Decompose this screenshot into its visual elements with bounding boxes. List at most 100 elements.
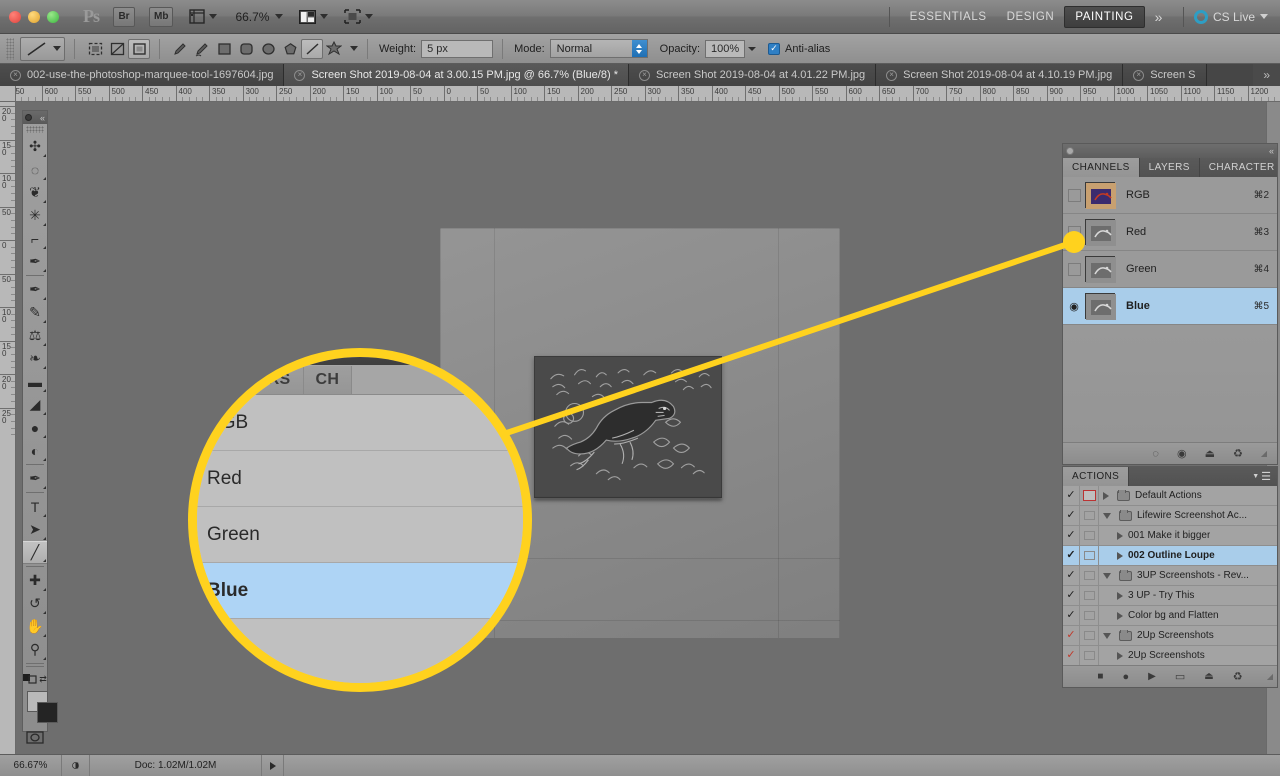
line-tool[interactable]: ╱: [23, 541, 47, 564]
status-proxy-icon[interactable]: [62, 755, 90, 776]
action-toggle-checkbox[interactable]: ✓: [1063, 506, 1080, 525]
eye-hidden-icon[interactable]: [1063, 262, 1085, 276]
workspace-design[interactable]: DESIGN: [997, 7, 1065, 27]
channel-row[interactable]: RGB ⌘2: [1063, 177, 1277, 214]
tools-panel-header[interactable]: «: [23, 111, 47, 124]
action-row[interactable]: ✓ 2Up Screenshots: [1063, 626, 1277, 646]
save-selection-as-channel-icon[interactable]: ◉: [1177, 447, 1187, 460]
workspace-painting[interactable]: PAINTING: [1064, 5, 1145, 28]
window-controls[interactable]: [0, 10, 59, 23]
3d-object-rotate-tool[interactable]: ✚: [23, 569, 47, 592]
action-toggle-checkbox[interactable]: ✓: [1063, 606, 1080, 625]
custom-shape-icon[interactable]: [323, 39, 345, 59]
zoom-tool[interactable]: ⚲: [23, 638, 47, 661]
stop-icon[interactable]: ■: [1097, 671, 1103, 682]
action-toggle-checkbox[interactable]: ✓: [1063, 566, 1080, 585]
play-icon[interactable]: ▶: [1148, 671, 1156, 682]
action-dialog-toggle[interactable]: [1080, 646, 1099, 665]
tools-panel-collapse-dot[interactable]: [25, 114, 32, 121]
action-toggle-checkbox[interactable]: ✓: [1063, 526, 1080, 545]
action-toggle-checkbox[interactable]: ✓: [1063, 626, 1080, 645]
crop-tool[interactable]: ⌐: [23, 227, 47, 250]
eye-visible-icon[interactable]: ◉: [1063, 300, 1085, 313]
channel-row[interactable]: Red ⌘3: [1063, 214, 1277, 251]
chevron-down-icon[interactable]: [1103, 632, 1111, 639]
visibility-checkbox[interactable]: [1067, 225, 1081, 239]
move-tool[interactable]: ✣: [23, 135, 47, 158]
pen-tool[interactable]: ✒: [23, 467, 47, 490]
action-dialog-toggle[interactable]: [1080, 486, 1099, 505]
vertical-ruler[interactable]: 200 150 100 50 0 50 100 150 200 250: [0, 102, 16, 754]
anti-alias-checkbox[interactable]: ✓: [768, 42, 781, 55]
channel-row[interactable]: Green ⌘4: [1063, 251, 1277, 288]
shape-options-chevron-down-icon[interactable]: [350, 46, 358, 51]
delete-channel-icon[interactable]: ♻: [1233, 447, 1243, 460]
tab-actions[interactable]: ACTIONS: [1063, 467, 1130, 486]
chevron-right-icon[interactable]: [1117, 551, 1123, 560]
options-bar-grip[interactable]: [6, 37, 14, 60]
type-tool[interactable]: T: [23, 495, 47, 518]
tool-preset-picker[interactable]: [20, 36, 65, 61]
pen-icon[interactable]: [169, 39, 191, 59]
launch-bridge-button[interactable]: Br: [113, 6, 135, 27]
paint-bucket-tool[interactable]: ◢: [23, 393, 47, 416]
channel-row[interactable]: ◉ Blue ⌘5: [1063, 288, 1277, 325]
action-dialog-toggle[interactable]: [1080, 586, 1099, 605]
history-brush-tool[interactable]: ❧: [23, 347, 47, 370]
action-row[interactable]: ✓ Color bg and Flatten: [1063, 606, 1277, 626]
rectangle-icon[interactable]: [213, 39, 235, 59]
close-window-button[interactable]: [9, 10, 21, 23]
chevron-down-icon[interactable]: [1103, 572, 1111, 579]
close-icon[interactable]: ×: [294, 69, 306, 81]
close-icon[interactable]: ×: [886, 69, 898, 81]
resize-grip-icon[interactable]: ◢: [1267, 672, 1273, 681]
channels-panel-titlebar[interactable]: «: [1063, 144, 1277, 158]
quick-mask-row[interactable]: ⇄: [23, 669, 47, 689]
magic-wand-tool[interactable]: ✳: [23, 204, 47, 227]
new-action-icon[interactable]: ⏏: [1204, 671, 1213, 682]
polygon-icon[interactable]: [279, 39, 301, 59]
background-color-swatch[interactable]: [37, 702, 58, 723]
action-dialog-toggle[interactable]: [1080, 606, 1099, 625]
action-row[interactable]: ✓ 3 UP - Try This: [1063, 586, 1277, 606]
dodge-tool[interactable]: ◐: [23, 439, 47, 462]
marquee-tool[interactable]: ◌: [23, 158, 47, 181]
action-row[interactable]: ✓ 2Up Screenshots: [1063, 646, 1277, 666]
shape-layers-icon[interactable]: [84, 39, 106, 59]
collapse-panel-icon[interactable]: «: [1269, 146, 1274, 156]
close-icon[interactable]: ×: [638, 69, 650, 81]
delete-icon[interactable]: ♻: [1233, 670, 1243, 683]
visibility-checkbox[interactable]: [1067, 188, 1081, 202]
action-dialog-toggle[interactable]: [1080, 626, 1099, 645]
status-zoom[interactable]: 66.67%: [0, 755, 62, 776]
eye-hidden-icon[interactable]: [1063, 225, 1085, 239]
action-toggle-checkbox[interactable]: ✓: [1063, 546, 1080, 565]
chevron-right-icon[interactable]: [1117, 651, 1123, 660]
zoom-level-display[interactable]: 66.7%: [235, 10, 269, 24]
eye-hidden-icon[interactable]: [1063, 188, 1085, 202]
workspace-more-button[interactable]: »: [1145, 5, 1173, 29]
close-icon[interactable]: ×: [1133, 69, 1145, 81]
ruler-origin-corner[interactable]: [0, 86, 16, 102]
brush-tool[interactable]: ✎: [23, 301, 47, 324]
status-expand-button[interactable]: [262, 755, 284, 776]
lasso-tool[interactable]: ❦: [23, 181, 47, 204]
hand-tool[interactable]: ✋: [23, 615, 47, 638]
record-icon[interactable]: ●: [1122, 671, 1129, 683]
swap-colors-icon[interactable]: ⇄: [39, 674, 47, 685]
view-extras-menu[interactable]: [189, 9, 218, 24]
actions-panel-menu-button[interactable]: ▼ ☰: [1246, 467, 1277, 486]
new-set-icon[interactable]: ▭: [1175, 670, 1185, 683]
horizontal-ruler[interactable]: 650 600 550 500 450 400 350 300 250 200 150 100 50 0 5…: [0, 86, 1280, 102]
tools-panel-grip[interactable]: [26, 126, 44, 133]
action-row[interactable]: ✓ Lifewire Screenshot Ac...: [1063, 506, 1277, 526]
path-selection-tool[interactable]: ➤: [23, 518, 47, 541]
tab-layers[interactable]: LAYERS: [1140, 158, 1200, 177]
action-dialog-toggle[interactable]: [1080, 566, 1099, 585]
document-tab[interactable]: × 002-use-the-photoshop-marquee-tool-169…: [0, 64, 285, 86]
action-toggle-checkbox[interactable]: ✓: [1063, 586, 1080, 605]
action-dialog-toggle[interactable]: [1080, 506, 1099, 525]
document-tab[interactable]: × Screen S: [1123, 64, 1207, 86]
document-tab[interactable]: × Screen Shot 2019-08-04 at 4.10.19 PM.j…: [876, 64, 1124, 86]
chevron-right-icon[interactable]: [1103, 491, 1109, 500]
